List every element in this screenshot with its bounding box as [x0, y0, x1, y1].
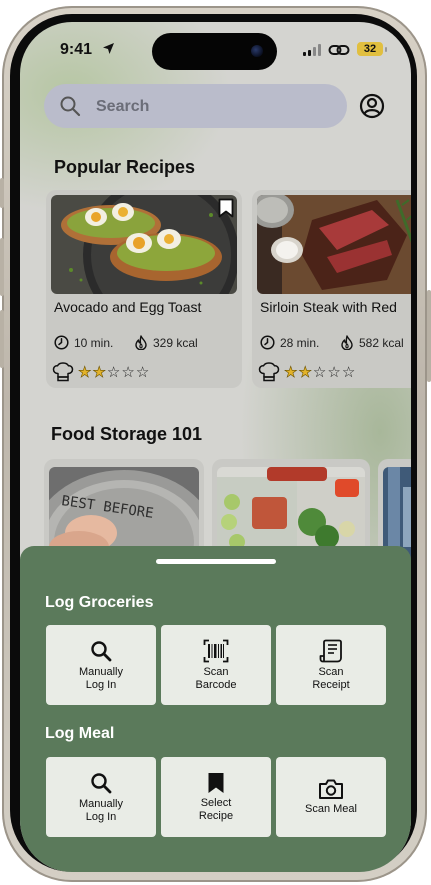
recipe-time: 28 min. [260, 335, 319, 350]
star-empty-icon: ☆ [312, 363, 327, 381]
camera-icon [319, 779, 343, 799]
sirloin-steak-image [257, 195, 411, 294]
recipe-card[interactable]: Avocado and Egg Toast 10 min. 329 kcal ★… [46, 190, 242, 388]
status-time: 9:41 [60, 41, 93, 58]
log-groceries-heading: Log Groceries [45, 594, 154, 611]
log-bottom-sheet: Log Groceries Manually Log In Scan Barco… [20, 546, 411, 872]
star-filled-icon: ★ [298, 363, 312, 381]
star-empty-icon: ☆ [135, 363, 150, 381]
tile-label: Manually Log In [78, 665, 124, 691]
star-filled-icon: ★ [78, 363, 92, 381]
link-icon [328, 45, 350, 55]
recipe-calories: 329 kcal [134, 335, 198, 350]
clock-icon [54, 335, 69, 350]
star-filled-icon: ★ [284, 363, 298, 381]
food-storage-heading: Food Storage 101 [51, 424, 203, 444]
recipe-rating: ★ ★ ☆ ☆ ☆ [52, 362, 149, 382]
battery-tip [385, 47, 387, 52]
popular-recipes-heading: Popular Recipes [54, 157, 196, 177]
tile-label: Scan Meal [305, 803, 357, 815]
recipe-time: 10 min. [54, 335, 113, 350]
signal-icon [303, 44, 323, 56]
recipe-card[interactable]: Sirloin Steak with Red 28 min. 582 kcal … [252, 190, 411, 388]
select-recipe-button[interactable]: Select Recipe [161, 757, 271, 837]
flame-icon [135, 335, 147, 350]
recipe-name: Sirloin Steak with Red [260, 299, 397, 315]
bookmark-icon [208, 772, 224, 793]
recipe-time-value: 10 min. [74, 335, 114, 350]
barcode-icon [203, 639, 229, 662]
search-icon [91, 640, 112, 661]
star-filled-icon: ★ [92, 363, 106, 381]
recipe-time-value: 28 min. [280, 335, 320, 350]
search-input[interactable] [94, 84, 338, 130]
receipt-icon [319, 639, 342, 662]
chef-hat-icon [258, 362, 280, 382]
star-empty-icon: ☆ [121, 363, 135, 381]
profile-icon[interactable] [359, 93, 385, 119]
status-bar: 9:41 32 [20, 22, 411, 78]
tile-label: Select Recipe [198, 796, 234, 822]
dynamic-island [152, 33, 277, 70]
battery-icon: 32 [357, 42, 383, 56]
tile-label: Scan Barcode [195, 665, 237, 691]
clock-icon [260, 335, 275, 350]
recipe-name: Avocado and Egg Toast [54, 299, 202, 315]
scan-barcode-button[interactable]: Scan Barcode [161, 625, 271, 705]
screen: 9:41 32 Popular Recipes [20, 22, 411, 872]
volume-down-button [0, 310, 4, 368]
meal-manual-log-button[interactable]: Manually Log In [46, 757, 156, 837]
camera-dot [251, 45, 263, 57]
recipe-image [257, 195, 411, 294]
recipe-rating: ★ ★ ☆ ☆ ☆ [258, 362, 355, 382]
chef-hat-icon [52, 362, 74, 382]
groceries-manual-log-button[interactable]: Manually Log In [46, 625, 156, 705]
star-empty-icon: ☆ [327, 363, 341, 381]
recipe-image [51, 195, 237, 294]
recipe-calories-value: 329 kcal [153, 335, 198, 350]
bookmark-icon[interactable] [218, 198, 234, 218]
power-button [427, 290, 431, 382]
avocado-toast-image [51, 195, 237, 294]
scan-receipt-button[interactable]: Scan Receipt [276, 625, 386, 705]
search-icon [91, 772, 112, 793]
sheet-drag-handle[interactable] [156, 559, 276, 564]
scan-meal-button[interactable]: Scan Meal [276, 757, 386, 837]
log-meal-heading: Log Meal [45, 725, 115, 742]
recipe-calories-value: 582 kcal [359, 335, 404, 350]
tile-label: Scan Receipt [312, 665, 350, 691]
flame-icon [341, 335, 353, 350]
star-empty-icon: ☆ [341, 363, 356, 381]
recipe-calories: 582 kcal [340, 335, 404, 350]
star-empty-icon: ☆ [106, 363, 121, 381]
location-arrow-icon [103, 43, 114, 54]
tile-label: Manually Log In [78, 797, 124, 823]
volume-up-button [0, 238, 4, 296]
search-icon [60, 96, 81, 117]
action-button [0, 178, 4, 208]
search-bar[interactable] [44, 84, 347, 130]
